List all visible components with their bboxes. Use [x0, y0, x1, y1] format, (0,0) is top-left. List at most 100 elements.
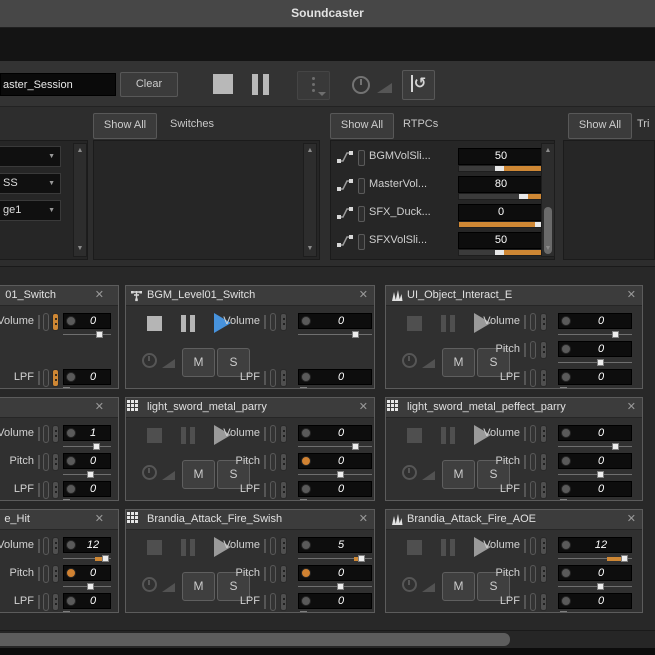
- param-value-box[interactable]: 0: [298, 313, 372, 329]
- slider-handle[interactable]: [102, 555, 110, 562]
- knob-icon[interactable]: [301, 568, 311, 578]
- param-value-box[interactable]: 0: [558, 369, 632, 385]
- param-value-box[interactable]: 0: [558, 565, 632, 581]
- slider-handle[interactable]: [596, 359, 604, 366]
- knob-icon[interactable]: [66, 316, 76, 326]
- knob-icon[interactable]: [66, 428, 76, 438]
- switches-scrollbar[interactable]: ▲ ▼: [303, 143, 317, 257]
- state-dropdown-3[interactable]: ge1 ▼: [0, 200, 61, 221]
- close-icon[interactable]: ✕: [627, 401, 636, 413]
- slider-handle[interactable]: [62, 611, 70, 612]
- slider-handle[interactable]: [611, 443, 619, 450]
- param-slider[interactable]: [62, 499, 111, 500]
- rtpc-slider[interactable]: [458, 165, 544, 172]
- param-value-box[interactable]: 0: [558, 453, 632, 469]
- param-slider[interactable]: [558, 443, 632, 451]
- knob-icon[interactable]: [561, 372, 571, 382]
- session-name-field[interactable]: [0, 73, 116, 96]
- clear-button[interactable]: Clear: [120, 72, 178, 97]
- timer-icon[interactable]: [352, 76, 370, 94]
- rtpcs-scrollbar[interactable]: ▲ ▼: [541, 143, 555, 257]
- close-icon[interactable]: ✕: [95, 401, 104, 413]
- param-slider[interactable]: [298, 499, 372, 500]
- param-value-box[interactable]: 0: [63, 369, 111, 385]
- close-icon[interactable]: ✕: [627, 513, 636, 525]
- close-icon[interactable]: ✕: [95, 289, 104, 301]
- param-slider[interactable]: [558, 359, 632, 367]
- knob-icon[interactable]: [301, 428, 311, 438]
- knob-icon[interactable]: [561, 456, 571, 466]
- knob-icon[interactable]: [301, 540, 311, 550]
- rtpc-slider[interactable]: [458, 249, 544, 256]
- scroll-down-icon[interactable]: ▼: [542, 244, 554, 254]
- knob-icon[interactable]: [561, 596, 571, 606]
- slider-handle[interactable]: [559, 499, 567, 500]
- knob-icon[interactable]: [301, 596, 311, 606]
- slider-handle[interactable]: [62, 499, 70, 500]
- knob-icon[interactable]: [561, 428, 571, 438]
- show-all-triggers-button[interactable]: Show All: [568, 113, 632, 139]
- slider-handle[interactable]: [358, 555, 366, 562]
- param-value-box[interactable]: 0: [298, 453, 372, 469]
- param-value-box[interactable]: 0: [63, 593, 111, 609]
- close-icon[interactable]: ✕: [359, 401, 368, 413]
- param-slider[interactable]: [558, 583, 632, 591]
- slider-handle[interactable]: [336, 583, 344, 590]
- param-value-box[interactable]: 0: [558, 481, 632, 497]
- knob-icon[interactable]: [66, 372, 76, 382]
- close-icon[interactable]: ✕: [95, 513, 104, 525]
- knob-icon[interactable]: [561, 316, 571, 326]
- rtpc-value[interactable]: 0: [458, 204, 544, 221]
- param-slider[interactable]: [62, 611, 111, 612]
- param-slider[interactable]: [298, 387, 372, 388]
- param-value-box[interactable]: 0: [558, 593, 632, 609]
- slider-handle[interactable]: [559, 387, 567, 388]
- param-value-box[interactable]: 0: [63, 481, 111, 497]
- param-slider[interactable]: [298, 331, 372, 339]
- reset-all-button[interactable]: ↺: [402, 70, 435, 100]
- slider-handle[interactable]: [611, 331, 619, 338]
- knob-icon[interactable]: [561, 568, 571, 578]
- slider-handle[interactable]: [86, 471, 94, 478]
- knob-icon[interactable]: [66, 540, 76, 550]
- slider-handle[interactable]: [620, 555, 628, 562]
- slider-handle[interactable]: [62, 387, 70, 388]
- param-slider[interactable]: [63, 583, 111, 591]
- knob-icon[interactable]: [66, 456, 76, 466]
- show-all-rtpcs-button[interactable]: Show All: [330, 113, 394, 139]
- scroll-up-icon[interactable]: ▲: [74, 146, 86, 156]
- knob-icon[interactable]: [66, 596, 76, 606]
- slider-handle[interactable]: [351, 331, 359, 338]
- close-icon[interactable]: ✕: [627, 289, 636, 301]
- param-slider[interactable]: [298, 583, 372, 591]
- param-value-box[interactable]: 0: [298, 481, 372, 497]
- knob-icon[interactable]: [561, 344, 571, 354]
- param-slider[interactable]: [298, 611, 372, 612]
- param-value-box[interactable]: 0: [558, 425, 632, 441]
- state-dropdown-1[interactable]: ▼: [0, 146, 61, 167]
- param-slider[interactable]: [298, 555, 372, 563]
- knob-icon[interactable]: [561, 540, 571, 550]
- pause-icon[interactable]: [252, 74, 269, 95]
- param-value-box[interactable]: 0: [298, 565, 372, 581]
- knob-icon[interactable]: [66, 568, 76, 578]
- stop-icon[interactable]: [213, 74, 233, 94]
- param-slider[interactable]: [558, 611, 632, 612]
- rtpc-value[interactable]: 80: [458, 176, 544, 193]
- options-menu-button[interactable]: [297, 71, 330, 100]
- slider-handle[interactable]: [351, 443, 359, 450]
- param-value-box[interactable]: 0: [298, 593, 372, 609]
- close-icon[interactable]: ✕: [359, 289, 368, 301]
- param-slider[interactable]: [298, 443, 372, 451]
- param-value-box[interactable]: 0: [558, 341, 632, 357]
- slider-handle[interactable]: [596, 583, 604, 590]
- param-value-box[interactable]: 0: [298, 369, 372, 385]
- knob-icon[interactable]: [301, 484, 311, 494]
- param-slider[interactable]: [63, 555, 111, 563]
- param-slider[interactable]: [63, 443, 111, 451]
- slider-handle[interactable]: [96, 331, 104, 338]
- scrollbar-thumb[interactable]: [0, 633, 510, 646]
- param-slider[interactable]: [63, 471, 111, 479]
- close-icon[interactable]: ✕: [359, 513, 368, 525]
- param-slider[interactable]: [62, 387, 111, 388]
